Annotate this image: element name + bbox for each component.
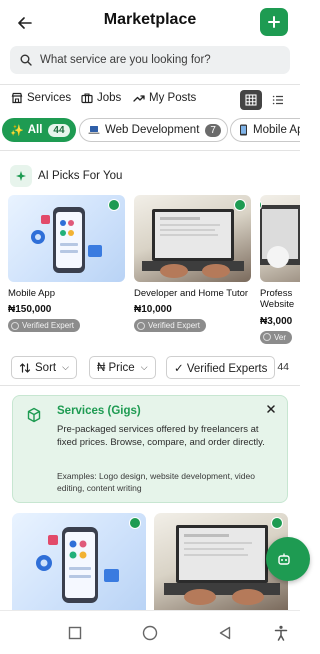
sparkle-icon	[10, 165, 32, 187]
sparkles-icon: ✨	[10, 124, 24, 137]
mobile-app-illustration	[8, 195, 125, 282]
plus-icon	[268, 16, 280, 28]
list-view-toggle[interactable]	[268, 90, 288, 110]
ai-picks-title: AI Picks For You	[38, 170, 123, 182]
laptop-icon	[88, 126, 100, 134]
verified-experts-label: ✓ Verified Experts	[174, 362, 268, 375]
chip-web-development-count: 7	[205, 123, 221, 137]
laptop-photo	[260, 195, 300, 282]
tab-services-label: Services	[27, 92, 72, 104]
card-price: ₦10,000	[134, 304, 172, 316]
sort-label: Sort	[35, 361, 57, 374]
service-card[interactable]: Developer and Home Tutor ₦10,000 Verifie…	[134, 195, 251, 335]
check-circle-icon	[11, 321, 19, 330]
card-price: ₦3,000	[260, 315, 293, 327]
tab-jobs[interactable]: Jobs	[81, 92, 121, 104]
badge-label: Verified Expert	[22, 321, 75, 331]
chip-web-development[interactable]: Web Development 7	[79, 118, 228, 142]
accessibility-icon	[274, 625, 288, 641]
verified-dot-icon	[234, 199, 246, 211]
list-icon	[272, 95, 283, 105]
divider	[0, 385, 300, 386]
badge-label: Ver	[274, 332, 287, 342]
result-count: 44	[277, 361, 289, 373]
chip-all-label: All	[27, 124, 43, 136]
verified-badge: Verified Expert	[8, 319, 81, 333]
page-title: Marketplace	[103, 11, 197, 28]
recents-button[interactable]	[65, 623, 85, 643]
add-button[interactable]	[260, 8, 288, 36]
grid-view-toggle[interactable]	[240, 90, 262, 110]
chevron-down-icon: ⌵	[62, 362, 69, 372]
price-label: ₦ Price	[97, 361, 135, 374]
verified-dot-icon	[271, 517, 283, 529]
badge-label: Verified Expert	[148, 321, 201, 331]
chevron-down-icon: ⌵	[140, 362, 148, 372]
triangle-back-icon	[219, 626, 231, 640]
verified-badge: Ver	[260, 330, 293, 344]
briefcase-icon	[81, 93, 93, 104]
sort-button[interactable]: Sort ⌵	[11, 356, 77, 379]
chip-mobile-app[interactable]: Mobile Ap	[230, 118, 300, 142]
divider	[0, 150, 300, 151]
smartphone-icon	[240, 124, 247, 136]
system-nav-bar	[0, 610, 300, 654]
check-circle-icon	[137, 321, 145, 330]
info-examples: Examples: Logo design, website developme…	[57, 471, 255, 493]
chip-mobile-app-label: Mobile Ap	[253, 124, 300, 136]
top-bar: Marketplace	[0, 0, 300, 86]
square-icon	[68, 626, 82, 640]
home-button[interactable]	[140, 623, 160, 643]
info-title: Services (Gigs)	[57, 405, 141, 417]
card-title: Developer and Home Tutor	[134, 288, 249, 299]
card-price: ₦150,000	[8, 304, 52, 316]
close-icon	[267, 405, 275, 413]
category-chips: ✨ All 44 Web Development 7 Mobile Ap	[0, 117, 300, 143]
sort-icon	[19, 362, 31, 373]
search-input[interactable]	[40, 54, 280, 66]
robot-icon	[278, 553, 290, 565]
card-title-line2: Website	[260, 299, 295, 311]
close-button[interactable]	[264, 402, 278, 416]
laptop-typing-photo	[134, 195, 251, 282]
search-bar[interactable]	[10, 46, 290, 74]
price-button[interactable]: ₦ Price ⌵	[89, 356, 156, 379]
tab-jobs-label: Jobs	[97, 92, 122, 104]
package-icon	[27, 407, 41, 423]
divider	[0, 84, 300, 85]
tab-my-posts[interactable]: My Posts	[133, 92, 196, 104]
trending-up-icon	[133, 95, 145, 102]
verified-badge: Verified Expert	[134, 319, 207, 333]
card-title: Profess Website	[260, 288, 300, 311]
ai-picks-header: AI Picks For You	[10, 165, 122, 187]
circle-icon	[142, 625, 158, 641]
service-card[interactable]: Mobile App ₦150,000 Verified Expert	[8, 195, 125, 335]
check-circle-icon	[263, 333, 271, 342]
back-nav-button[interactable]	[215, 623, 235, 643]
tab-my-posts-label: My Posts	[149, 92, 197, 104]
card-title-line1: Profess	[260, 288, 293, 299]
service-card[interactable]	[12, 513, 146, 610]
services-info-card: Services (Gigs) Pre-packaged services of…	[12, 395, 288, 503]
search-icon	[20, 54, 32, 66]
service-card[interactable]: Profess Website ₦3,000 Ver	[260, 195, 300, 345]
info-description: Pre-packaged services offered by freelan…	[57, 424, 265, 448]
grid-icon	[245, 94, 257, 106]
chip-all-count: 44	[48, 123, 70, 137]
storefront-icon	[11, 92, 23, 104]
filter-bar: Sort ⌵ ₦ Price ⌵ ✓ Verified Experts 44	[0, 356, 300, 380]
card-title: Mobile App	[8, 288, 56, 299]
verified-dot-icon	[108, 199, 120, 211]
verified-experts-button[interactable]: ✓ Verified Experts	[166, 356, 276, 379]
chip-web-development-label: Web Development	[105, 124, 200, 136]
services-grid	[0, 513, 300, 610]
accessibility-button[interactable]	[271, 623, 291, 643]
verified-dot-icon	[129, 517, 141, 529]
section-tabs: Services Jobs My Posts	[0, 86, 300, 114]
tab-services[interactable]: Services	[11, 92, 71, 104]
chip-all[interactable]: ✨ All 44	[2, 118, 76, 142]
ai-picks-carousel: Mobile App ₦150,000 Verified Expert Deve…	[0, 195, 300, 345]
ai-assistant-button[interactable]	[266, 537, 310, 581]
